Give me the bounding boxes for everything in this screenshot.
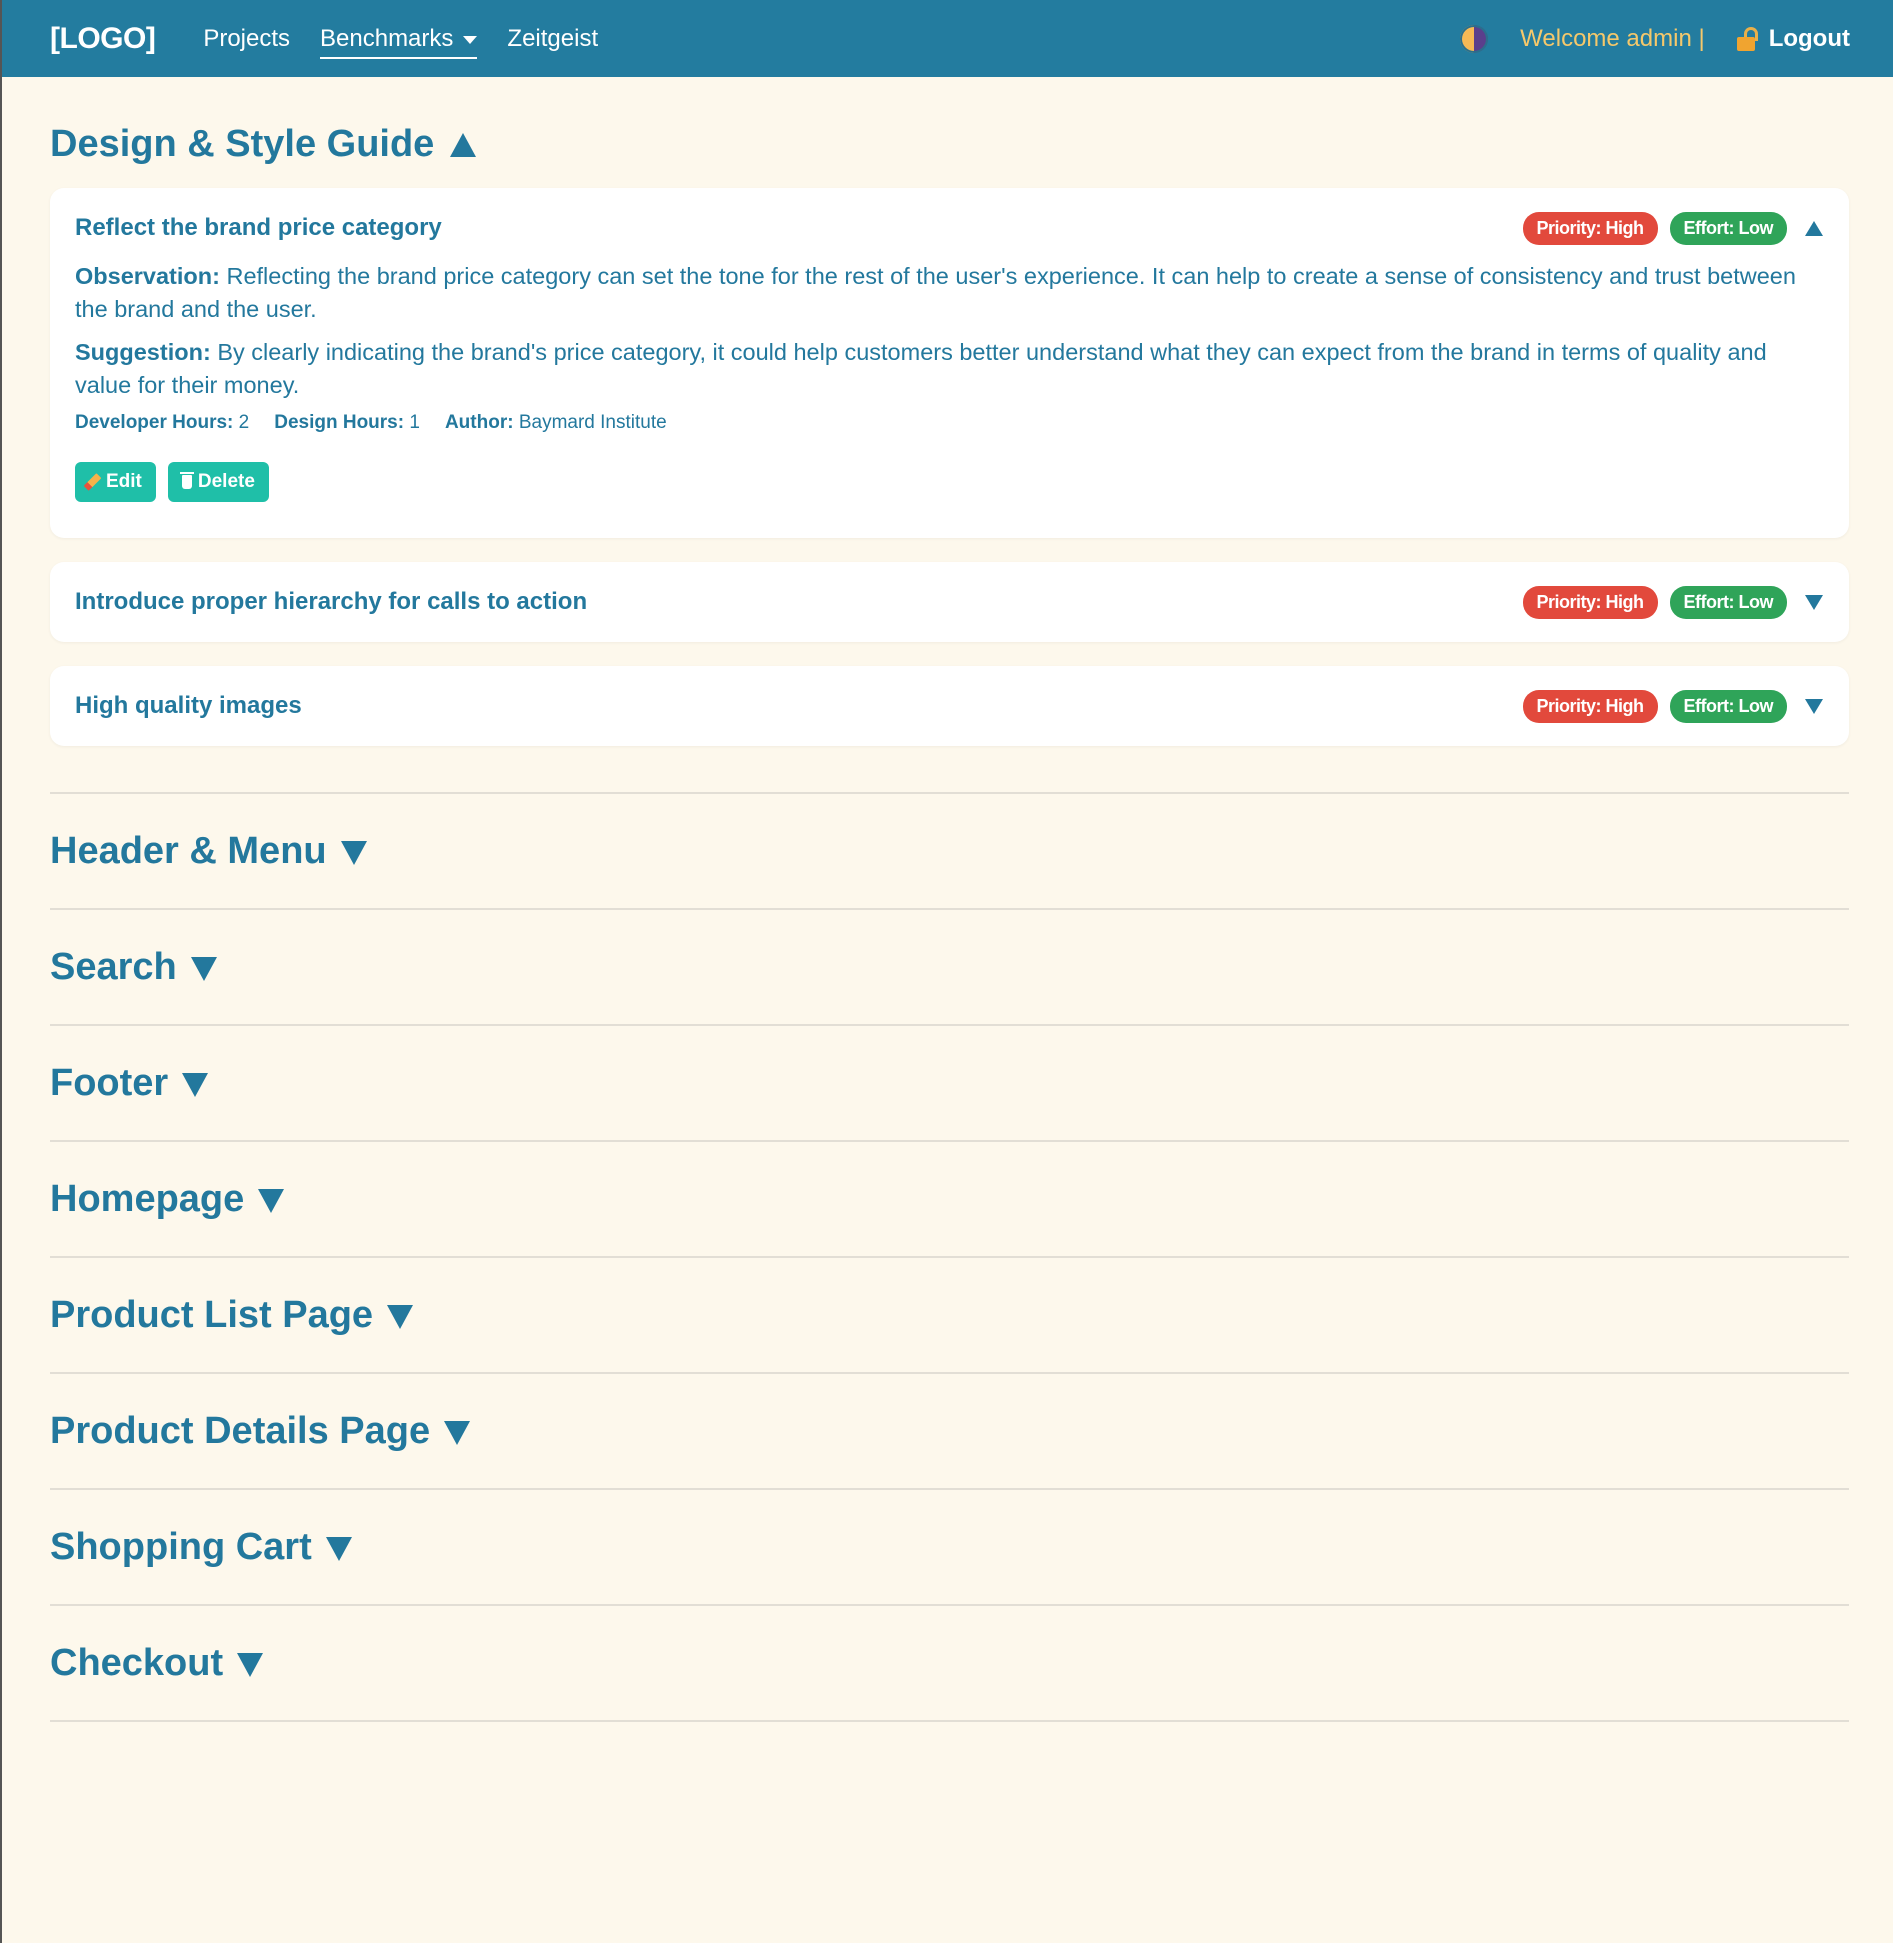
priority-badge: Priority: High	[1522, 585, 1658, 619]
recommendation-card: High quality images Priority: High Effor…	[50, 666, 1849, 746]
recommendation-card: Reflect the brand price category Priorit…	[50, 188, 1849, 538]
section-title: Shopping Cart	[50, 1525, 312, 1568]
developer-hours: Developer Hours: 2	[75, 412, 249, 434]
card-header[interactable]: Introduce proper hierarchy for calls to …	[50, 562, 1849, 642]
section-shopping-cart[interactable]: Shopping Cart	[50, 1490, 1849, 1606]
triangle-down-icon	[190, 957, 217, 981]
developer-hours-label: Developer Hours:	[75, 412, 234, 433]
section-title: Header & Menu	[50, 829, 327, 872]
observation-label: Observation:	[75, 263, 220, 289]
triangle-down-icon	[258, 1189, 285, 1213]
section-toggle[interactable]: Product List Page	[50, 1293, 414, 1337]
author-value: Baymard Institute	[518, 412, 667, 433]
pencil-icon	[83, 473, 102, 491]
effort-badge: Effort: Low	[1669, 585, 1787, 619]
section-toggle[interactable]: Homepage	[50, 1177, 285, 1221]
recommendation-card: Introduce proper hierarchy for calls to …	[50, 562, 1849, 642]
design-hours-label: Design Hours:	[274, 412, 405, 433]
section-toggle[interactable]: Search	[50, 946, 217, 989]
logout-label: Logout	[1768, 24, 1850, 52]
effort-badge: Effort: Low	[1669, 211, 1787, 245]
nav-link-label: Zeitgeist	[507, 24, 599, 52]
author: Author: Baymard Institute	[445, 412, 667, 434]
section-checkout[interactable]: Checkout	[50, 1606, 1849, 1722]
section-header-menu[interactable]: Header & Menu	[50, 794, 1849, 910]
section-search[interactable]: Search	[50, 910, 1849, 1026]
nav-link-label: Benchmarks	[320, 24, 454, 52]
welcome-text: Welcome admin |	[1520, 24, 1705, 52]
logo[interactable]: [LOGO]	[50, 22, 156, 56]
developer-hours-value: 2	[238, 412, 250, 433]
triangle-down-icon	[237, 1653, 264, 1677]
nav-link-label: Projects	[203, 24, 291, 52]
priority-badge: Priority: High	[1522, 689, 1658, 723]
section-title: Product List Page	[50, 1293, 374, 1336]
section-product-list-page[interactable]: Product List Page	[50, 1258, 1849, 1374]
theme-toggle-icon[interactable]	[1460, 24, 1489, 53]
edit-button[interactable]: Edit	[75, 462, 156, 502]
nav-link-projects[interactable]: Projects	[203, 25, 290, 53]
card-title: Reflect the brand price category	[75, 214, 442, 241]
expand-triangle-icon[interactable]	[1805, 698, 1823, 714]
suggestion-text: By clearly indicating the brand's price …	[75, 339, 1767, 398]
section-homepage[interactable]: Homepage	[50, 1142, 1849, 1258]
section-title: Checkout	[50, 1641, 224, 1684]
section-toggle[interactable]: Product Details Page	[50, 1409, 471, 1453]
section-product-details-page[interactable]: Product Details Page	[50, 1374, 1849, 1490]
card-title: High quality images	[75, 692, 302, 719]
card-header[interactable]: High quality images Priority: High Effor…	[50, 666, 1849, 746]
section-title: Footer	[50, 1061, 169, 1104]
triangle-down-icon	[387, 1305, 414, 1329]
card-actions: Edit Delete	[75, 462, 1823, 502]
section-title: Design & Style Guide	[50, 123, 435, 165]
nav-link-benchmarks[interactable]: Benchmarks	[320, 24, 478, 59]
effort-badge: Effort: Low	[1669, 689, 1787, 723]
design-hours: Design Hours: 1	[274, 412, 420, 434]
trash-icon	[179, 472, 194, 489]
section-toggle[interactable]: Footer	[50, 1061, 209, 1105]
section-title: Product Details Page	[50, 1409, 431, 1452]
section-title: Search	[50, 945, 177, 988]
unlock-icon	[1736, 26, 1759, 51]
triangle-up-icon	[450, 132, 477, 157]
delete-label: Delete	[197, 471, 255, 492]
triangle-down-icon	[325, 1537, 352, 1561]
top-navbar: [LOGO] Projects Benchmarks Zeitgeist Wel…	[2, 0, 1893, 77]
suggestion-label: Suggestion:	[75, 339, 211, 365]
section-toggle[interactable]: Header & Menu	[50, 830, 367, 873]
section-toggle[interactable]: Shopping Cart	[50, 1526, 352, 1569]
card-body: Observation: Reflecting the brand price …	[50, 260, 1849, 538]
card-title: Introduce proper hierarchy for calls to …	[75, 588, 588, 615]
section-toggle[interactable]: Checkout	[50, 1641, 264, 1685]
observation-paragraph: Observation: Reflecting the brand price …	[75, 260, 1823, 326]
section-title: Homepage	[50, 1177, 245, 1220]
card-meta: Developer Hours: 2 Design Hours: 1 Autho…	[75, 412, 1823, 434]
suggestion-paragraph: Suggestion: By clearly indicating the br…	[75, 336, 1823, 402]
design-hours-value: 1	[409, 412, 420, 433]
edit-label: Edit	[106, 471, 142, 492]
observation-text: Reflecting the brand price category can …	[75, 263, 1796, 322]
triangle-down-icon	[182, 1073, 209, 1097]
triangle-down-icon	[340, 841, 367, 865]
priority-badge: Priority: High	[1522, 211, 1658, 245]
logout-button[interactable]: Logout	[1736, 24, 1850, 53]
expand-triangle-icon[interactable]	[1805, 594, 1823, 610]
main-content: Design & Style Guide Reflect the brand p…	[2, 77, 1893, 1722]
section-toggle-design-style-guide[interactable]: Design & Style Guide	[50, 123, 1849, 166]
section-footer[interactable]: Footer	[50, 1026, 1849, 1142]
card-header[interactable]: Reflect the brand price category Priorit…	[50, 188, 1849, 268]
delete-button[interactable]: Delete	[167, 462, 269, 502]
collapse-triangle-icon[interactable]	[1805, 220, 1823, 236]
caret-down-icon	[463, 36, 478, 44]
section-design-style-guide: Design & Style Guide Reflect the brand p…	[50, 77, 1849, 794]
triangle-down-icon	[444, 1421, 471, 1445]
author-label: Author:	[444, 412, 514, 433]
nav-link-zeitgeist[interactable]: Zeitgeist	[507, 25, 598, 53]
